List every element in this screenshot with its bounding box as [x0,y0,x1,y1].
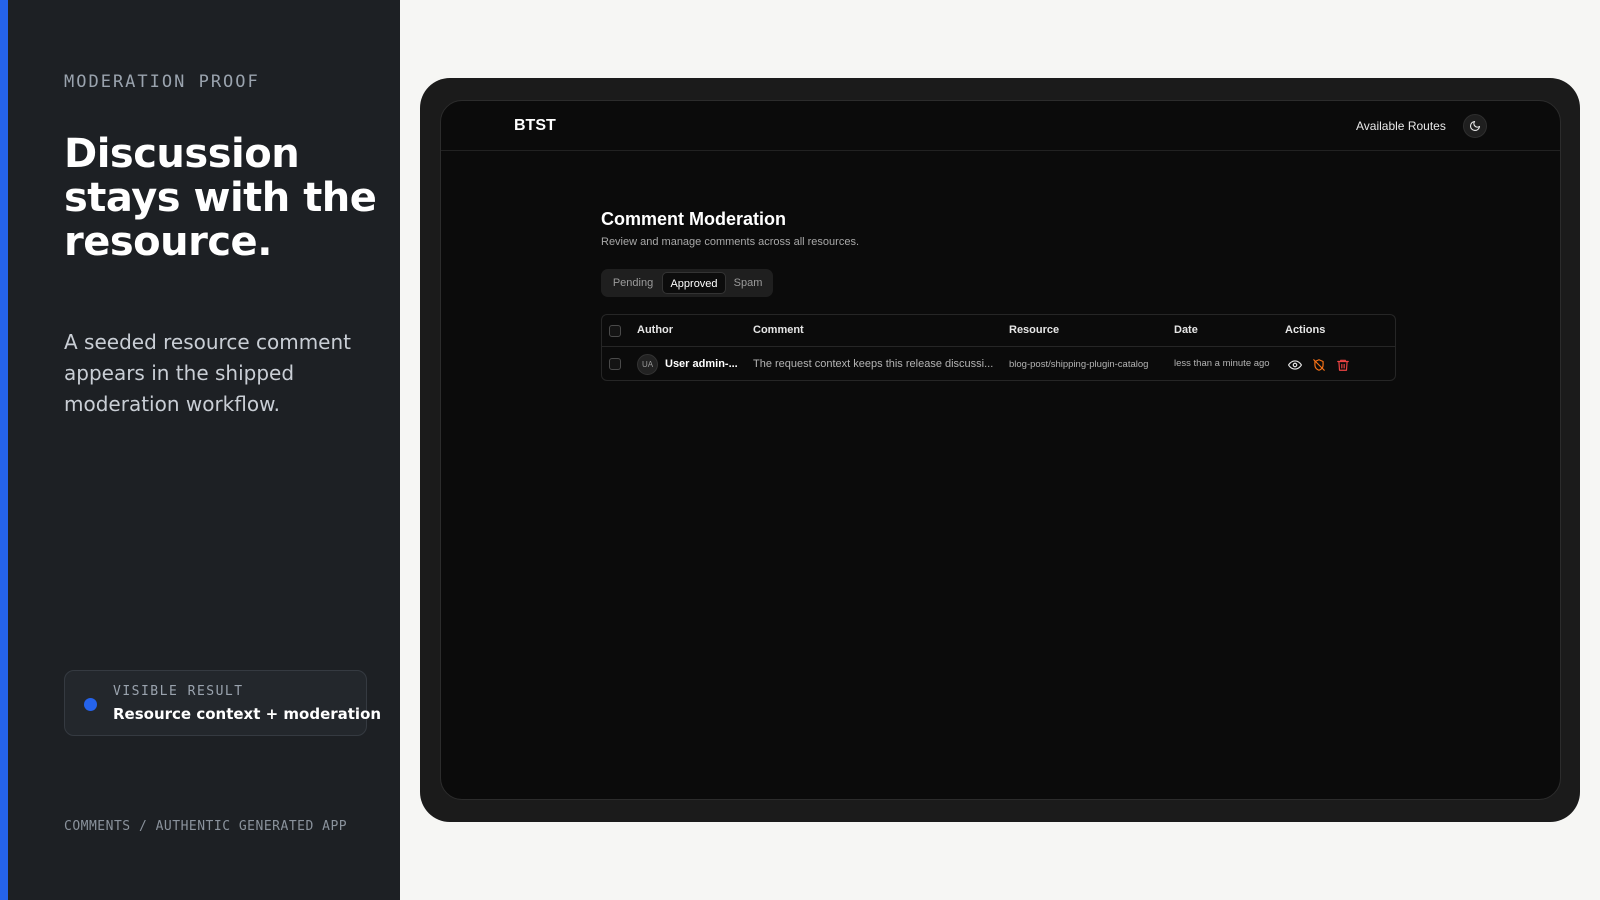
result-kicker: VISIBLE RESULT [113,684,244,699]
page-title: Comment Moderation [601,209,787,229]
comment-text: The request context keeps this release d… [753,358,994,370]
unapprove-icon[interactable] [1312,358,1326,372]
avatar: UA [637,354,658,375]
comments-table: Author Comment Resource Date Actions UA … [601,314,1396,381]
tab-spam[interactable]: Spam [727,272,769,294]
table-header: Author Comment Resource Date Actions [602,315,1395,347]
moon-icon [1469,120,1481,132]
column-header-actions: Actions [1285,324,1326,336]
trash-icon[interactable] [1336,358,1350,372]
column-header-date: Date [1174,324,1198,336]
comment-author: User admin-... [665,358,738,370]
app-screen: BTST Available Routes Comment Moderation… [440,100,1561,800]
status-tabs: Pending Approved Spam [601,269,773,297]
eye-icon[interactable] [1288,358,1302,372]
table-row: UA User admin-... The request context ke… [602,348,1395,381]
column-header-comment: Comment [753,324,804,336]
left-panel: MODERATION PROOF Discussion stays with t… [0,0,400,900]
tab-pending[interactable]: Pending [605,272,661,294]
device-frame: BTST Available Routes Comment Moderation… [420,78,1580,822]
column-header-resource: Resource [1009,324,1060,336]
status-dot-icon [84,698,97,711]
available-routes-link[interactable]: Available Routes [1356,119,1446,133]
select-all-checkbox[interactable] [609,325,621,337]
row-checkbox[interactable] [609,358,621,370]
comment-date: less than a minute ago [1174,358,1270,369]
app-header: BTST Available Routes [441,101,1560,151]
footer-label: COMMENTS / AUTHENTIC GENERATED APP [64,819,348,834]
theme-toggle-button[interactable] [1463,114,1487,138]
headline: Discussion stays with the resource. [64,131,377,265]
result-title: Resource context + moderation [113,705,382,723]
column-header-author: Author [637,324,674,336]
eyebrow-label: MODERATION PROOF [64,72,260,92]
accent-bar [0,0,8,900]
comment-resource: blog-post/shipping-plugin-catalog [1009,359,1149,370]
page-subtitle: Review and manage comments across all re… [601,236,860,248]
brand-logo[interactable]: BTST [514,117,556,135]
tab-approved[interactable]: Approved [662,272,726,294]
description: A seeded resource comment appears in the… [64,330,352,416]
visible-result-card: VISIBLE RESULT Resource context + modera… [64,670,381,736]
